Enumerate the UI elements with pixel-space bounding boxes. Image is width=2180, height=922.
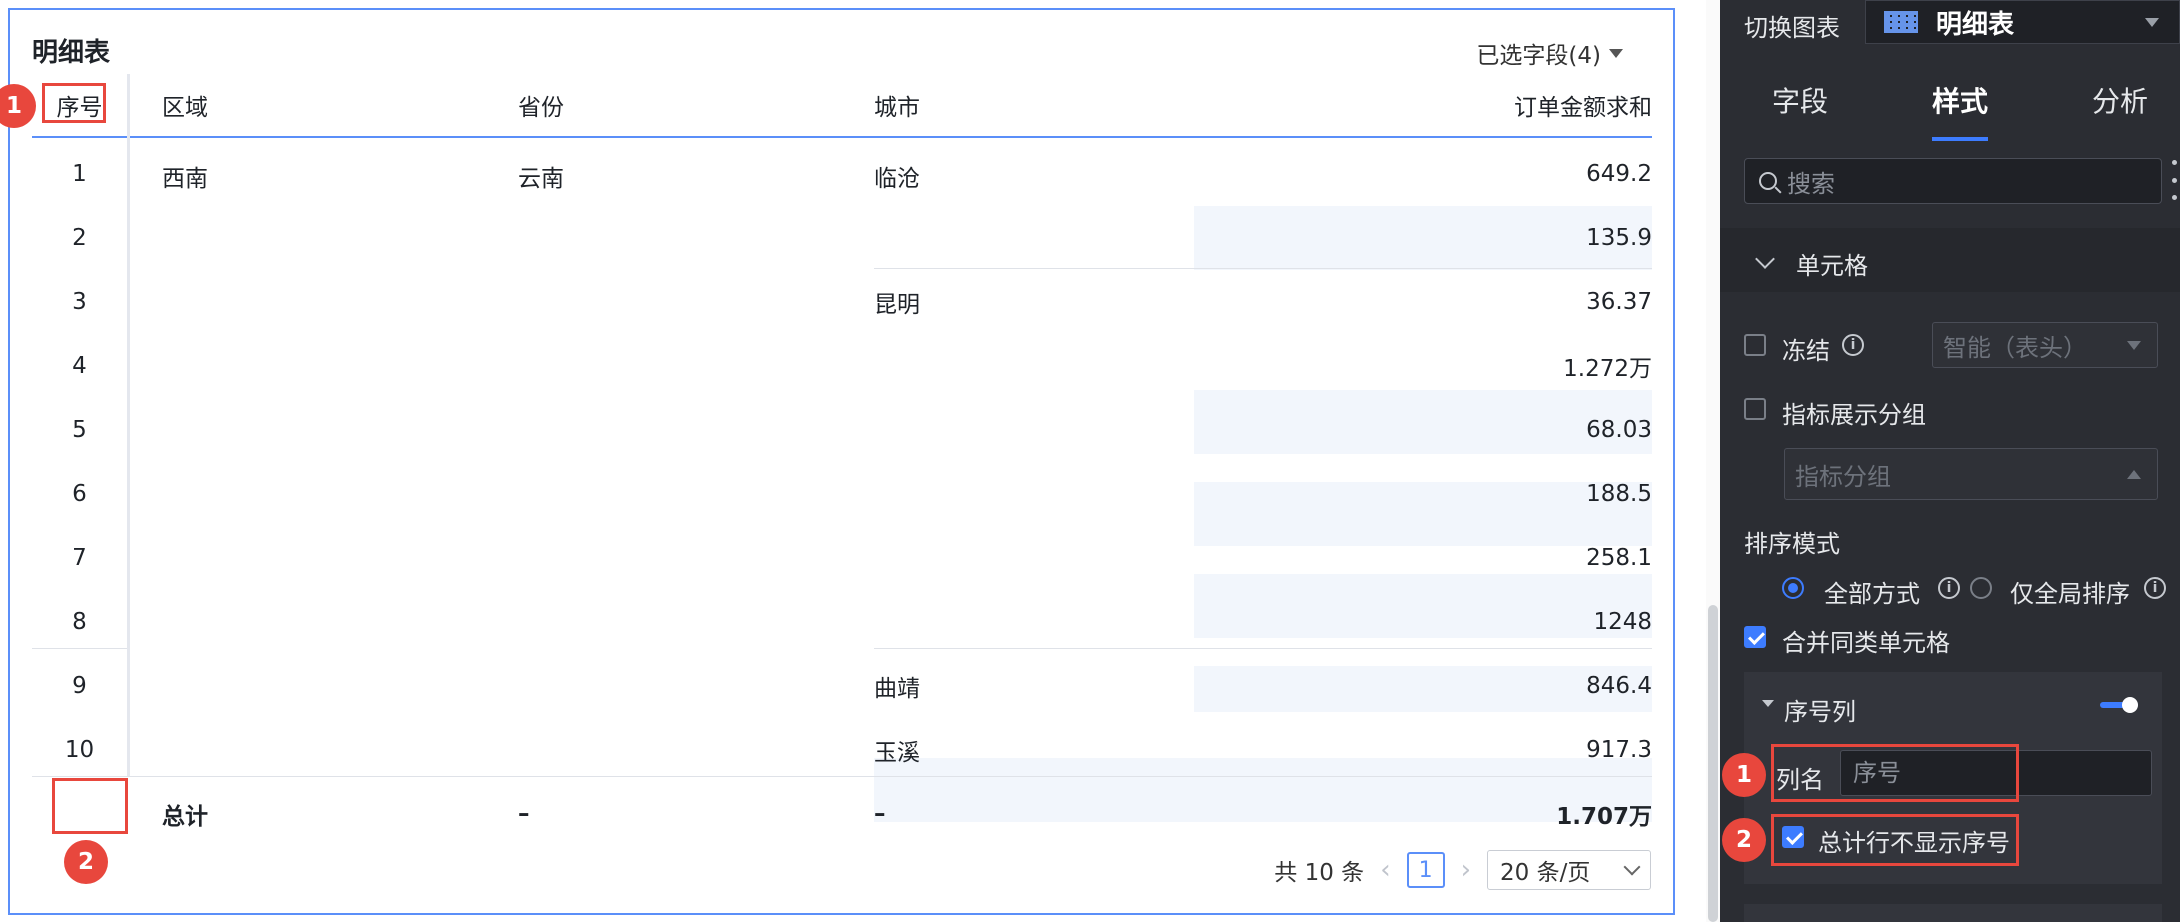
freeze-mode-select[interactable]: 智能（表头） [1932, 322, 2158, 368]
merge-cells-label: 合并同类单元格 [1782, 629, 1950, 657]
freeze-label: 冻结 [1782, 337, 1830, 365]
step-marker-2: 2 [1722, 818, 1766, 862]
row-divider [32, 776, 1652, 777]
caret-up-icon [2127, 469, 2141, 479]
row-index: 8 [72, 609, 87, 635]
chart-switch-row: 切换图表 明细表 [1720, 0, 2180, 48]
selected-fields-label: 已选字段(4) [1476, 43, 1601, 69]
chart-type-select[interactable]: 明细表 [1865, 0, 2180, 44]
tab-analysis[interactable]: 分析 [2092, 80, 2148, 120]
tab-fields[interactable]: 字段 [1772, 80, 1828, 120]
sort-all-radio[interactable] [1782, 577, 1804, 599]
freeze-mode-value: 智能（表头） [1943, 333, 2087, 362]
cell-city: 玉溪 [874, 740, 920, 766]
total-count: 共 10 条 [1274, 860, 1365, 886]
search-box[interactable]: 搜索 [1744, 158, 2162, 204]
selected-fields-dropdown[interactable]: 已选字段(4) [1476, 36, 1623, 70]
total-amount: 1.707万 [1556, 804, 1652, 830]
header-city[interactable]: 城市 [874, 74, 920, 136]
sort-global-radio[interactable] [1970, 577, 1992, 599]
active-tab-indicator [1932, 137, 1988, 141]
cell-amount: 846.4 [1586, 673, 1652, 699]
cell-amount: 649.2 [1586, 161, 1652, 187]
header-province[interactable]: 省份 [518, 74, 564, 136]
caret-down-icon [1609, 48, 1623, 58]
total-city: – [874, 801, 886, 827]
highlight-box-index-header [42, 83, 106, 123]
highlight-box-total-index [52, 778, 128, 834]
search-icon [1759, 172, 1777, 190]
panel-title: 明细表 [32, 38, 111, 68]
freeze-checkbox[interactable] [1744, 334, 1766, 356]
pagination: 共 10 条 ‹ 1 › 20 条/页 [1274, 849, 1651, 891]
caret-down-icon [2145, 17, 2159, 27]
cell-amount: 188.5 [1586, 481, 1652, 507]
chart-type-value: 明细表 [1936, 9, 2015, 40]
sort-global-label: 仅全局排序 [2010, 580, 2130, 608]
cell-region: 西南 [162, 166, 208, 192]
metric-group-select[interactable]: 指标分组 [1784, 448, 2158, 500]
search-placeholder: 搜索 [1787, 169, 1835, 198]
scrollbar-thumb[interactable] [1708, 605, 1718, 922]
step-marker-1: 1 [1722, 753, 1766, 797]
tab-style[interactable]: 样式 [1932, 80, 1988, 120]
cell-section-header[interactable] [1720, 228, 2180, 292]
table-icon [1884, 11, 1918, 33]
merge-cells-checkbox[interactable] [1744, 626, 1766, 648]
highlight-box-hide-total-index [1771, 814, 2019, 866]
row-index: 2 [72, 225, 87, 251]
switch-chart-label: 切换图表 [1744, 14, 1840, 42]
caret-down-icon[interactable] [1762, 700, 1774, 707]
index-column-toggle[interactable] [2100, 694, 2138, 716]
header-region[interactable]: 区域 [162, 74, 208, 136]
metric-group-placeholder: 指标分组 [1795, 462, 1891, 491]
cell-province: 云南 [518, 166, 564, 192]
panel-tabs: 字段 样式 分析 [1720, 80, 2180, 142]
total-label: 总计 [162, 804, 208, 830]
row-index: 10 [64, 737, 95, 763]
row-index: 7 [72, 545, 87, 571]
metric-group-label: 指标展示分组 [1782, 401, 1926, 429]
header-amount[interactable]: 订单金额求和 [1352, 74, 1652, 136]
prev-page-icon[interactable]: ‹ [1380, 855, 1390, 885]
cell-amount: 917.3 [1586, 737, 1652, 763]
sort-all-label: 全部方式 [1824, 580, 1920, 608]
cell-amount: 1248 [1593, 609, 1652, 635]
total-province: – [518, 801, 530, 827]
page-size-select[interactable]: 20 条/页 [1487, 850, 1651, 890]
cell-city: 临沧 [874, 166, 920, 192]
highlight-box-column-name [1771, 744, 2019, 802]
next-page-icon[interactable]: › [1461, 855, 1471, 885]
cell-city: 曲靖 [874, 676, 920, 702]
row-index: 1 [72, 161, 87, 187]
cell-amount: 1.272万 [1563, 356, 1652, 382]
step-marker-2: 2 [64, 840, 108, 884]
row-index: 9 [72, 673, 87, 699]
page-current-button[interactable]: 1 [1406, 852, 1445, 888]
header-divider [32, 136, 1652, 138]
index-column-label: 序号列 [1784, 698, 1856, 726]
page-size-value: 20 条/页 [1500, 860, 1591, 886]
info-icon[interactable]: i [2144, 577, 2166, 599]
cell-amount: 135.9 [1586, 225, 1652, 251]
index-column-divider [127, 74, 130, 776]
metric-group-checkbox[interactable] [1744, 398, 1766, 420]
row-index: 3 [72, 289, 87, 315]
info-icon[interactable]: i [1938, 577, 1960, 599]
next-section-strip [1744, 904, 2162, 922]
row-index: 4 [72, 353, 87, 379]
cell-amount: 68.03 [1586, 417, 1652, 443]
cell-amount: 258.1 [1586, 545, 1652, 571]
section-title: 单元格 [1796, 252, 1868, 280]
row-index: 5 [72, 417, 87, 443]
info-icon[interactable]: i [1842, 334, 1864, 356]
chevron-down-icon [1623, 858, 1641, 876]
cell-amount: 36.37 [1586, 289, 1652, 315]
row-index: 6 [72, 481, 87, 507]
caret-down-icon [2127, 340, 2141, 350]
detail-table-panel: 明细表 已选字段(4) 序号 区域 省份 城市 订单金额求和 1 西南 云南 临… [8, 8, 1675, 915]
cell-city: 昆明 [874, 292, 920, 318]
sort-mode-label: 排序模式 [1744, 530, 1840, 558]
more-icon[interactable] [2172, 160, 2178, 200]
